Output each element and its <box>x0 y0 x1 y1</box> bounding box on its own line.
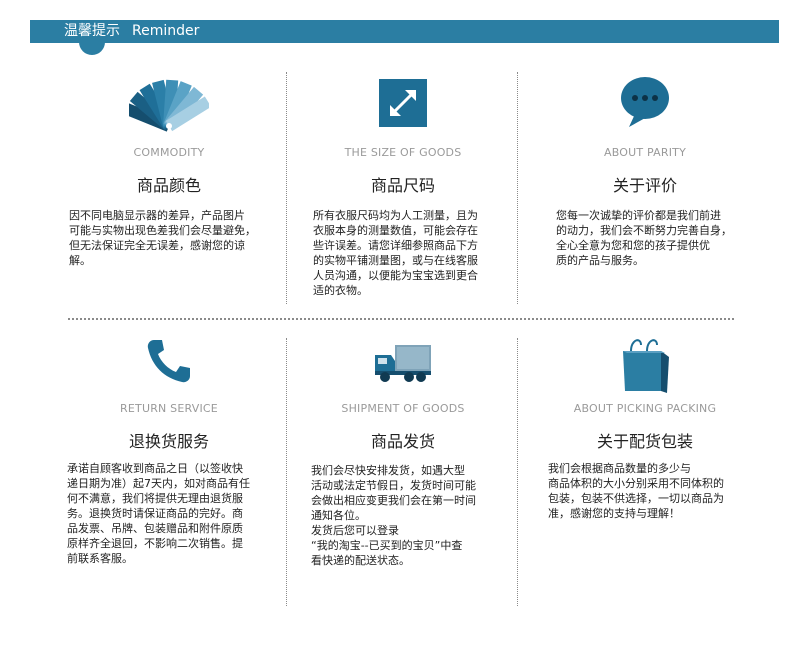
color-fan-icon <box>54 72 284 134</box>
item-description: 承诺自顾客收到商品之日（以签收快 递日期为准）起7天内，如对商品有任 何不满意，… <box>67 462 250 565</box>
divider-vertical <box>286 72 287 304</box>
reminder-title: 温馨提示 Reminder <box>64 22 199 41</box>
truck-icon <box>288 332 518 394</box>
item-cn-title: 商品颜色 <box>136 176 201 195</box>
reminder-title-en: Reminder <box>132 23 200 39</box>
resize-arrow-icon <box>288 72 518 134</box>
divider-vertical <box>286 338 287 606</box>
item-description: 您每一次诚挚的评价都是我们前进 的动力，我们会不断努力完善自身， 全心全意为您和… <box>556 209 732 267</box>
item-eng-label: RETURN SERVICE <box>120 402 218 415</box>
item-eng-label: ABOUT PARITY <box>604 146 686 159</box>
item-cn-title: 关于评价 <box>612 176 677 195</box>
divider-horizontal <box>68 318 734 320</box>
item-description: 因不同电脑显示器的差异，产品图片 可能与实物出现色差我们会尽量避免， 但无法保证… <box>69 209 256 267</box>
item-description: 我们会根据商品数量的多少与 商品体积的大小分别采用不同体积的 包装，包装不供选择… <box>548 462 724 520</box>
item-eng-label: ABOUT PICKING PACKING <box>573 402 717 415</box>
speech-bubble-icon <box>530 70 760 132</box>
phone-icon <box>54 330 284 392</box>
item-cn-title: 退换货服务 <box>128 432 209 451</box>
item-cn-title: 商品尺码 <box>370 176 435 195</box>
item-cn-title: 关于配货包装 <box>596 432 693 451</box>
item-cn-title: 商品发货 <box>370 432 435 451</box>
reminder-title-cn: 温馨提示 <box>64 23 120 39</box>
item-description: 我们会尽快安排发货，如遇大型 活动或法定节假日，发货时间可能 会做出相应变更我们… <box>311 464 476 567</box>
item-eng-label: SHIPMENT OF GOODS <box>341 402 465 415</box>
item-eng-label: COMMODITY <box>133 146 205 159</box>
item-eng-label: THE SIZE OF GOODS <box>344 146 462 159</box>
item-description: 所有衣服尺码均为人工测量，且为 衣服本身的测量数值，可能会存在 些许误差。请您详… <box>313 209 478 297</box>
shopping-bag-icon <box>530 334 760 396</box>
